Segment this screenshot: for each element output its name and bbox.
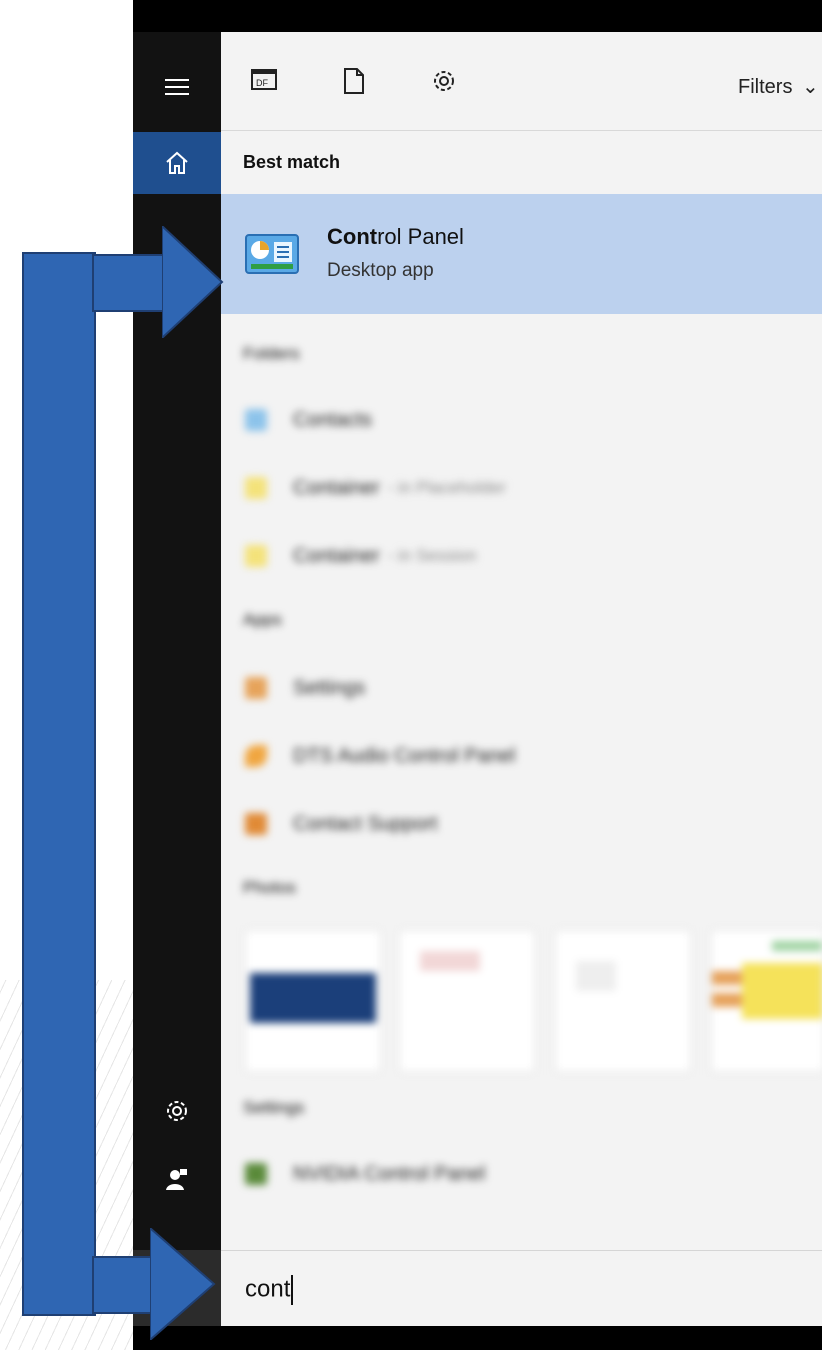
svg-text:DF: DF [256, 78, 268, 88]
search-input-value: cont [245, 1275, 291, 1303]
text-caret [291, 1275, 294, 1305]
best-match-header: Best match [243, 152, 341, 172]
best-match-title: Control Panel [327, 224, 464, 250]
list-item-location: - in Session [387, 546, 477, 565]
arrow-head-bottom [150, 1228, 216, 1340]
top-bar [133, 0, 822, 32]
toolbar: DF Filters ⌄ [221, 32, 822, 131]
list-item[interactable]: Container - in Placeholder [245, 468, 506, 508]
photos-header: Photos [243, 878, 296, 897]
list-item-label: Container [293, 476, 380, 499]
photo-thumbnail[interactable] [245, 930, 381, 1072]
arrow-head-top [162, 226, 224, 338]
chevron-down-icon: ⌄ [802, 76, 819, 98]
arrow-vertical-left [22, 252, 94, 1316]
arrow-vertical-divider [90, 252, 96, 1316]
folder-icon [245, 545, 267, 567]
control-panel-icon [245, 234, 299, 276]
list-item-label: Contact Support [293, 812, 438, 835]
contacts-icon [245, 409, 267, 431]
filters-label: Filters [738, 76, 793, 98]
apps-header: Apps [243, 610, 282, 629]
list-item[interactable]: Contact Support [245, 804, 438, 844]
photo-thumbnails [245, 930, 822, 1072]
apps-icon[interactable]: DF [251, 68, 277, 92]
hamburger-menu-button[interactable] [133, 56, 221, 118]
photo-thumbnail[interactable] [711, 930, 822, 1072]
document-icon[interactable] [343, 68, 365, 94]
settings-icon [164, 1098, 190, 1124]
taskbar-edge [133, 1326, 822, 1350]
settings-app-icon [245, 677, 267, 699]
search-results-panel: DF Filters ⌄ Best match Control Panel De… [221, 32, 822, 1326]
list-item[interactable]: Settings [245, 668, 365, 708]
nvidia-icon [245, 1163, 267, 1185]
best-match-subtitle: Desktop app [327, 260, 434, 281]
photo-thumbnail[interactable] [555, 930, 691, 1072]
filters-dropdown[interactable]: Filters ⌄ [738, 74, 819, 99]
settings-header: Settings [243, 1098, 305, 1117]
arrow-bottom-shaft [92, 1256, 158, 1314]
best-match-title-bold: Cont [327, 224, 378, 249]
list-item[interactable]: Container - in Session [245, 536, 477, 576]
search-box[interactable]: cont [221, 1250, 822, 1327]
home-button[interactable] [133, 132, 221, 194]
search-input[interactable]: cont [245, 1275, 294, 1305]
home-icon [164, 150, 190, 176]
best-match-result[interactable]: Control Panel Desktop app [221, 194, 822, 314]
list-item[interactable]: Contacts [245, 400, 380, 440]
list-item-label: Container [293, 544, 380, 567]
folders-header: Folders [243, 344, 300, 363]
list-item-location: - in Placeholder [387, 478, 506, 497]
settings-icon[interactable] [431, 68, 457, 94]
photo-thumbnail[interactable] [399, 930, 535, 1072]
folder-icon [245, 477, 267, 499]
list-item[interactable]: NVIDIA Control Panel [245, 1154, 485, 1194]
list-item-label: Settings [293, 676, 366, 699]
list-item-label: NVIDIA Control Panel [293, 1162, 486, 1185]
list-item[interactable]: DTS Audio Control Panel [245, 736, 515, 776]
list-item-label: Contacts [293, 408, 372, 431]
user-icon [164, 1166, 190, 1192]
best-match-title-rest: rol Panel [377, 224, 464, 249]
arrow-top-shaft [92, 254, 170, 312]
settings-button[interactable] [133, 1080, 221, 1142]
list-item-label: DTS Audio Control Panel [293, 744, 516, 767]
user-button[interactable] [133, 1148, 221, 1210]
audio-app-icon [245, 745, 267, 767]
support-app-icon [245, 813, 267, 835]
hamburger-menu-icon [165, 78, 189, 96]
